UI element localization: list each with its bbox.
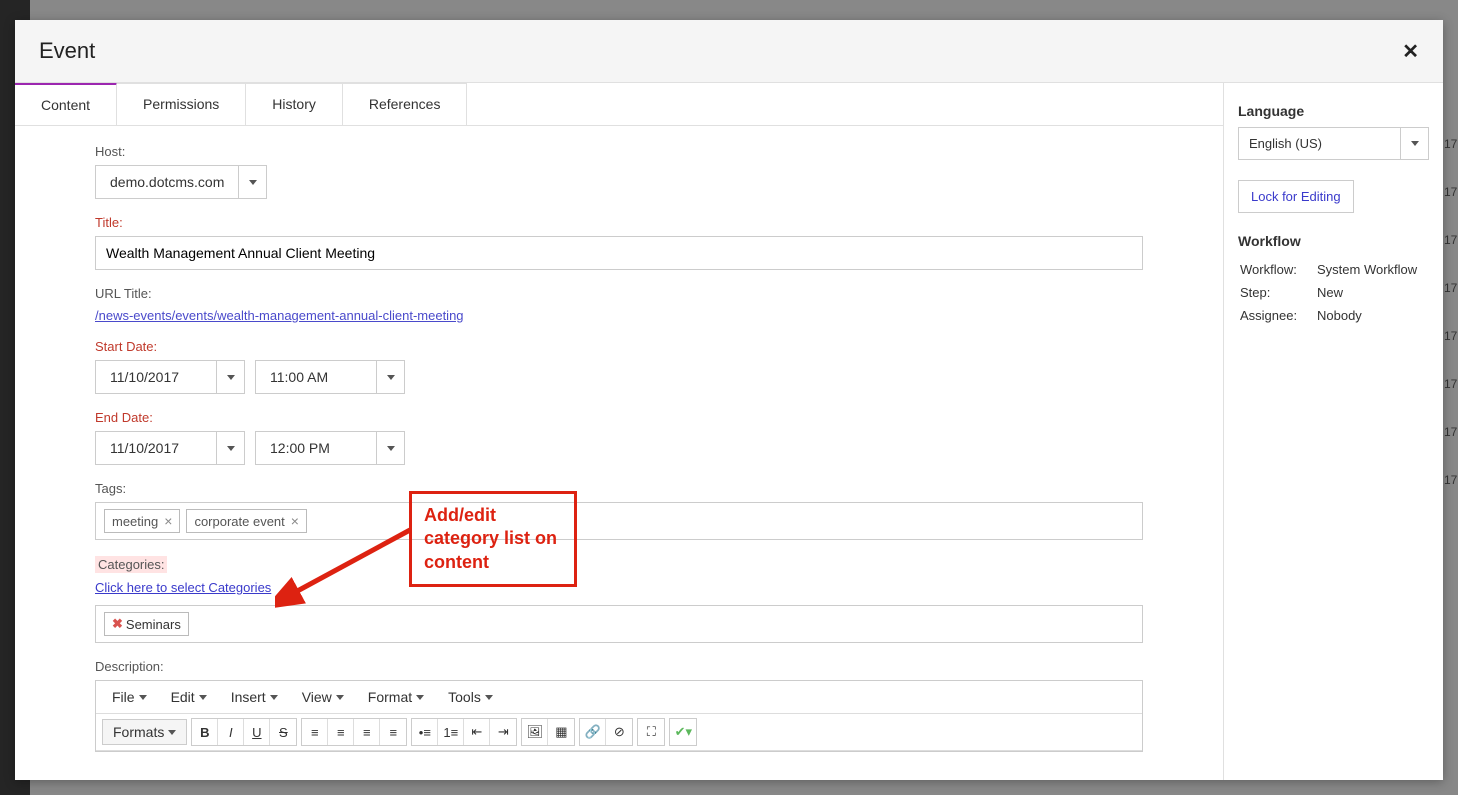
bullet-list-icon[interactable]: •≡ xyxy=(412,719,438,745)
strike-icon[interactable]: S xyxy=(270,719,296,745)
editor-menu-insert[interactable]: Insert xyxy=(221,685,288,709)
indent-icon[interactable]: ⇥ xyxy=(490,719,516,745)
close-icon[interactable] xyxy=(1402,39,1419,64)
workflow-val: New xyxy=(1317,282,1427,303)
start-date-label: Start Date: xyxy=(95,339,1143,354)
media-icon[interactable]: ▦ xyxy=(548,719,574,745)
number-list-icon[interactable]: 1≡ xyxy=(438,719,464,745)
underline-icon[interactable]: U xyxy=(244,719,270,745)
fullscreen-icon[interactable]: ⛶ xyxy=(638,719,664,745)
remove-tag-icon[interactable]: × xyxy=(164,513,172,529)
align-justify-icon[interactable]: ≡ xyxy=(380,719,406,745)
bg-num: 17 xyxy=(1444,168,1458,216)
tag-pill: corporate event × xyxy=(186,509,307,533)
tag-pill: meeting × xyxy=(104,509,180,533)
select-categories-link[interactable]: Click here to select Categories xyxy=(95,580,271,595)
tab-content[interactable]: Content xyxy=(15,83,117,125)
editor-menu-file[interactable]: File xyxy=(102,685,157,709)
tab-permissions[interactable]: Permissions xyxy=(117,83,246,125)
start-date-value: 11/10/2017 xyxy=(96,361,216,393)
title-label: Title: xyxy=(95,215,1143,230)
modal-title: Event xyxy=(39,38,95,64)
chevron-down-icon[interactable] xyxy=(376,361,404,393)
bg-num: 17 xyxy=(1444,360,1458,408)
rich-text-editor[interactable]: File Edit Insert View Format Tools Forma… xyxy=(95,680,1143,752)
chevron-down-icon[interactable] xyxy=(216,361,244,393)
workflow-key: Step: xyxy=(1240,282,1315,303)
bg-num: 17 xyxy=(1444,120,1458,168)
editor-menu-view[interactable]: View xyxy=(292,685,354,709)
url-title-link[interactable]: /news-events/events/wealth-management-an… xyxy=(95,308,464,323)
tag-text: meeting xyxy=(112,514,158,529)
language-value: English (US) xyxy=(1239,128,1400,159)
tabs: Content Permissions History References xyxy=(15,83,1223,126)
editor-menu-tools[interactable]: Tools xyxy=(438,685,503,709)
chevron-down-icon[interactable] xyxy=(1400,128,1428,159)
start-time-value: 11:00 AM xyxy=(256,361,376,393)
editor-menu-format[interactable]: Format xyxy=(358,685,434,709)
outdent-icon[interactable]: ⇤ xyxy=(464,719,490,745)
end-date-value: 11/10/2017 xyxy=(96,432,216,464)
remove-category-icon[interactable]: ✖ xyxy=(112,616,123,632)
chevron-down-icon[interactable] xyxy=(376,432,404,464)
link-icon[interactable]: 🔗 xyxy=(580,719,606,745)
end-date-label: End Date: xyxy=(95,410,1143,425)
url-title-label: URL Title: xyxy=(95,286,1143,301)
tag-text: corporate event xyxy=(194,514,284,529)
workflow-key: Workflow: xyxy=(1240,259,1315,280)
categories-box[interactable]: ✖ Seminars xyxy=(95,605,1143,643)
workflow-val: System Workflow xyxy=(1317,259,1427,280)
align-right-icon[interactable]: ≡ xyxy=(354,719,380,745)
language-select[interactable]: English (US) xyxy=(1238,127,1429,160)
align-center-icon[interactable]: ≡ xyxy=(328,719,354,745)
bg-num: 17 xyxy=(1444,408,1458,456)
title-input[interactable] xyxy=(95,236,1143,270)
host-value: demo.dotcms.com xyxy=(96,166,238,198)
workflow-val: Nobody xyxy=(1317,305,1427,326)
bg-num: 17 xyxy=(1444,216,1458,264)
workflow-header: Workflow xyxy=(1238,233,1429,249)
event-modal: Event Content Permissions History Refere… xyxy=(15,20,1443,780)
description-label: Description: xyxy=(95,659,1143,674)
remove-tag-icon[interactable]: × xyxy=(291,513,299,529)
categories-label: Categories: xyxy=(95,556,167,573)
category-pill: ✖ Seminars xyxy=(104,612,189,636)
unlink-icon[interactable]: ⊘ xyxy=(606,719,632,745)
host-select[interactable]: demo.dotcms.com xyxy=(95,165,267,199)
bg-num: 17 xyxy=(1444,456,1458,504)
lock-for-editing-button[interactable]: Lock for Editing xyxy=(1238,180,1354,213)
tags-label: Tags: xyxy=(95,481,1143,496)
workflow-key: Assignee: xyxy=(1240,305,1315,326)
align-left-icon[interactable]: ≡ xyxy=(302,719,328,745)
chevron-down-icon[interactable] xyxy=(216,432,244,464)
bg-num: 17 xyxy=(1444,264,1458,312)
end-date-picker[interactable]: 11/10/2017 xyxy=(95,431,245,465)
host-label: Host: xyxy=(95,144,1143,159)
category-text: Seminars xyxy=(126,617,181,632)
end-time-value: 12:00 PM xyxy=(256,432,376,464)
formats-button[interactable]: Formats xyxy=(102,719,187,745)
bg-num: 17 xyxy=(1444,312,1458,360)
editor-menu-edit[interactable]: Edit xyxy=(161,685,217,709)
chevron-down-icon[interactable] xyxy=(238,166,266,198)
check-icon[interactable]: ✔▾ xyxy=(670,719,696,745)
language-header: Language xyxy=(1238,103,1429,119)
workflow-table: Workflow:System Workflow Step:New Assign… xyxy=(1238,257,1429,328)
tab-references[interactable]: References xyxy=(343,83,468,125)
image-icon[interactable]: 🖼 xyxy=(522,719,548,745)
tags-input[interactable]: meeting × corporate event × xyxy=(95,502,1143,540)
start-time-picker[interactable]: 11:00 AM xyxy=(255,360,405,394)
tab-history[interactable]: History xyxy=(246,83,343,125)
italic-icon[interactable]: I xyxy=(218,719,244,745)
bold-icon[interactable]: B xyxy=(192,719,218,745)
start-date-picker[interactable]: 11/10/2017 xyxy=(95,360,245,394)
end-time-picker[interactable]: 12:00 PM xyxy=(255,431,405,465)
